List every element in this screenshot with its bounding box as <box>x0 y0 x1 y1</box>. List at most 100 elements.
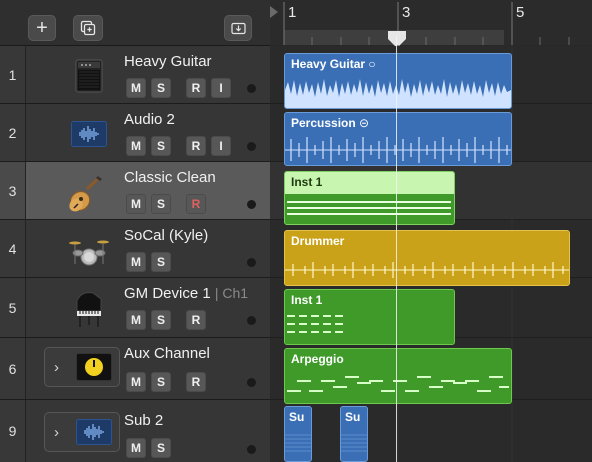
add-track-button[interactable]: + <box>28 15 56 41</box>
region-name: Inst 1 <box>291 175 323 189</box>
audio-region[interactable]: Heavy Guitar ○ <box>284 53 512 109</box>
track-name[interactable]: Sub 2 <box>124 412 163 429</box>
record-status-dot <box>247 316 256 325</box>
waveform <box>341 434 367 452</box>
region-name-text: Heavy Guitar <box>291 57 366 71</box>
track-number: 4 <box>0 220 26 277</box>
solo-button[interactable]: S <box>151 136 171 156</box>
track-name[interactable]: Heavy Guitar <box>124 53 212 70</box>
waveform <box>285 79 511 108</box>
record-enable-button[interactable]: R <box>186 194 206 214</box>
audio-region[interactable]: Percussion ⊝ <box>284 112 512 166</box>
track-stack-toggle[interactable]: › <box>44 412 120 452</box>
record-enable-button[interactable]: R <box>186 136 206 156</box>
mute-button[interactable]: M <box>126 252 146 272</box>
midi-notes <box>287 201 451 215</box>
region-name: Su <box>289 410 305 424</box>
guitar-amp-icon <box>72 57 106 95</box>
record-status-dot <box>247 200 256 209</box>
region-name: Percussion ⊝ <box>291 116 369 130</box>
duplicate-track-button[interactable] <box>73 15 103 41</box>
track-number: 1 <box>0 46 26 103</box>
record-status-dot <box>247 445 256 454</box>
track-name[interactable]: Aux Channel <box>124 345 210 362</box>
plus-icon: + <box>36 17 48 39</box>
solo-button[interactable]: S <box>151 372 171 392</box>
track-number: 3 <box>0 162 26 219</box>
drummer-region[interactable]: Drummer <box>284 230 570 286</box>
track-row[interactable]: 9 › Sub 2 M S <box>0 400 270 462</box>
record-status-dot <box>247 258 256 267</box>
record-enable-button[interactable]: R <box>186 78 206 98</box>
region-name: Drummer <box>291 234 345 248</box>
solo-button[interactable]: S <box>151 252 171 272</box>
download-icon <box>230 22 246 34</box>
bar-number: 3 <box>402 4 411 21</box>
loop-icon: ○ <box>368 57 376 71</box>
solo-button[interactable]: S <box>151 78 171 98</box>
solo-button[interactable]: S <box>151 194 171 214</box>
mute-button[interactable]: M <box>126 194 146 214</box>
logic-tracks-window: + 1 Heavy Guitar M S R I 2 Audio 2 M S R… <box>0 0 592 462</box>
track-row[interactable]: 3 Classic Clean M S R <box>0 162 270 220</box>
region-name-text: Percussion <box>291 116 356 130</box>
playhead-line[interactable] <box>396 36 397 462</box>
chevron-right-icon: › <box>54 359 59 376</box>
mute-button[interactable]: M <box>126 372 146 392</box>
record-enable-button[interactable]: R <box>186 310 206 330</box>
track-row[interactable]: 1 Heavy Guitar M S R I <box>0 46 270 104</box>
region-name: Arpeggio <box>291 352 344 366</box>
download-button[interactable] <box>224 15 252 41</box>
input-monitor-button[interactable]: I <box>211 136 231 156</box>
bar-number: 1 <box>288 4 297 21</box>
midi-channel-label: | Ch1 <box>214 285 249 301</box>
drum-kit-icon <box>68 234 110 268</box>
track-name[interactable]: Classic Clean <box>124 169 216 186</box>
mute-button[interactable]: M <box>126 310 146 330</box>
chevron-right-icon: › <box>54 424 59 441</box>
midi-region[interactable]: Inst 1 <box>284 171 455 225</box>
solo-button[interactable]: S <box>151 438 171 458</box>
bar-number: 5 <box>516 4 525 21</box>
tracks-area[interactable]: 1 3 5 Heavy Guitar ○ Percussion ⊝ Inst 1… <box>270 0 592 462</box>
track-number: 2 <box>0 104 26 161</box>
region-name: Heavy Guitar ○ <box>291 57 376 71</box>
mute-button[interactable]: M <box>126 78 146 98</box>
midi-notes <box>287 315 343 333</box>
bar-ruler[interactable]: 1 3 5 <box>270 0 592 48</box>
track-name[interactable]: GM Device 1 | Ch1 <box>124 285 248 302</box>
record-enable-button[interactable]: R <box>186 372 206 392</box>
aux-meter-icon <box>75 352 113 382</box>
mute-button[interactable]: M <box>126 438 146 458</box>
audio-region[interactable]: Su <box>340 406 368 462</box>
region-name: Su <box>345 410 361 424</box>
link-icon: ⊝ <box>359 116 370 130</box>
track-headers-panel: + 1 Heavy Guitar M S R I 2 Audio 2 M S R… <box>0 0 270 462</box>
track-header-toolbar: + <box>0 0 270 46</box>
electric-guitar-icon <box>64 174 104 216</box>
waveform <box>285 434 311 452</box>
track-name-text: GM Device 1 <box>124 285 211 302</box>
track-row[interactable]: 4 SoCal (Kyle) M S <box>0 220 270 278</box>
input-monitor-button[interactable]: I <box>211 78 231 98</box>
audio-waveform-icon <box>70 120 108 148</box>
track-number: 5 <box>0 278 26 337</box>
track-number: 6 <box>0 338 26 399</box>
audio-region[interactable]: Su <box>284 406 312 462</box>
midi-region[interactable]: Inst 1 <box>284 289 455 345</box>
midi-notes <box>287 376 509 392</box>
grand-piano-icon <box>70 288 108 330</box>
track-row[interactable]: 2 Audio 2 M S R I <box>0 104 270 162</box>
solo-button[interactable]: S <box>151 310 171 330</box>
track-name[interactable]: SoCal (Kyle) <box>124 227 208 244</box>
record-status-dot <box>247 378 256 387</box>
midi-region[interactable]: Arpeggio <box>284 348 512 404</box>
duplicate-track-icon <box>80 20 96 36</box>
track-stack-toggle[interactable]: › <box>44 347 120 387</box>
mute-button[interactable]: M <box>126 136 146 156</box>
record-status-dot <box>247 84 256 93</box>
audio-waveform-icon <box>75 418 113 446</box>
track-row[interactable]: 6 › Aux Channel M S R <box>0 338 270 400</box>
track-row[interactable]: 5 GM Device 1 | Ch1 M S R <box>0 278 270 338</box>
track-name[interactable]: Audio 2 <box>124 111 175 128</box>
